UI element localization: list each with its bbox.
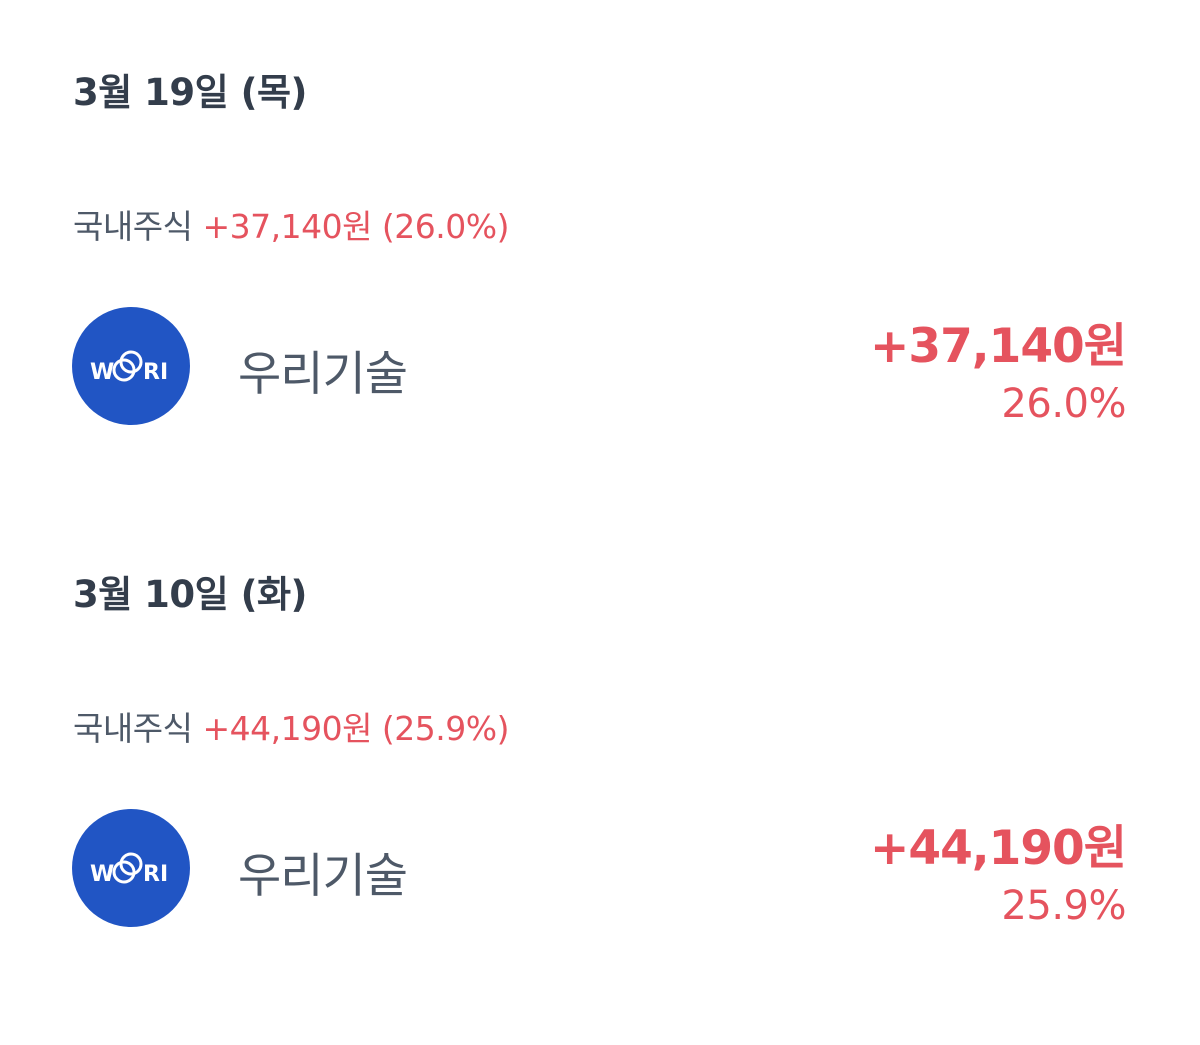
logo-letters-ri: RI — [143, 862, 168, 887]
category-label: 국내주식 — [73, 709, 193, 748]
category-label: 국내주식 — [73, 207, 193, 246]
stock-name: 우리기술 — [238, 347, 408, 402]
category-gain: +37,140원 (26.0%) — [202, 207, 510, 246]
stock-name: 우리기술 — [238, 849, 408, 904]
stock-row[interactable]: W RI 우리기술 +37,140원 26.0% — [0, 305, 1200, 427]
date-heading: 3월 10일 (화) — [73, 573, 307, 616]
category-gain: +44,190원 (25.9%) — [202, 709, 510, 748]
profit-section-1: 3월 19일 (목) 국내주식 +37,140원 (26.0%) W RI 우리기… — [0, 0, 1200, 500]
stock-row[interactable]: W RI 우리기술 +44,190원 25.9% — [0, 807, 1200, 929]
profit-amount: +44,190원 — [870, 821, 1127, 876]
logo-letter-w: W — [90, 862, 114, 887]
wori-logo-icon: W RI — [72, 809, 190, 927]
logo-letters-ri: RI — [143, 360, 168, 385]
profit-section-2: 3월 10일 (화) 국내주식 +44,190원 (25.9%) W RI 우리기… — [0, 502, 1200, 1002]
profit-rate: 26.0% — [1001, 381, 1126, 427]
wori-logo-icon: W RI — [72, 307, 190, 425]
category-summary: 국내주식 +37,140원 (26.0%) — [73, 200, 510, 248]
profit-rate: 25.9% — [1001, 883, 1126, 929]
category-summary: 국내주식 +44,190원 (25.9%) — [73, 702, 510, 750]
date-heading: 3월 19일 (목) — [73, 71, 307, 114]
logo-letter-w: W — [90, 360, 114, 385]
profit-amount: +37,140원 — [870, 319, 1127, 374]
